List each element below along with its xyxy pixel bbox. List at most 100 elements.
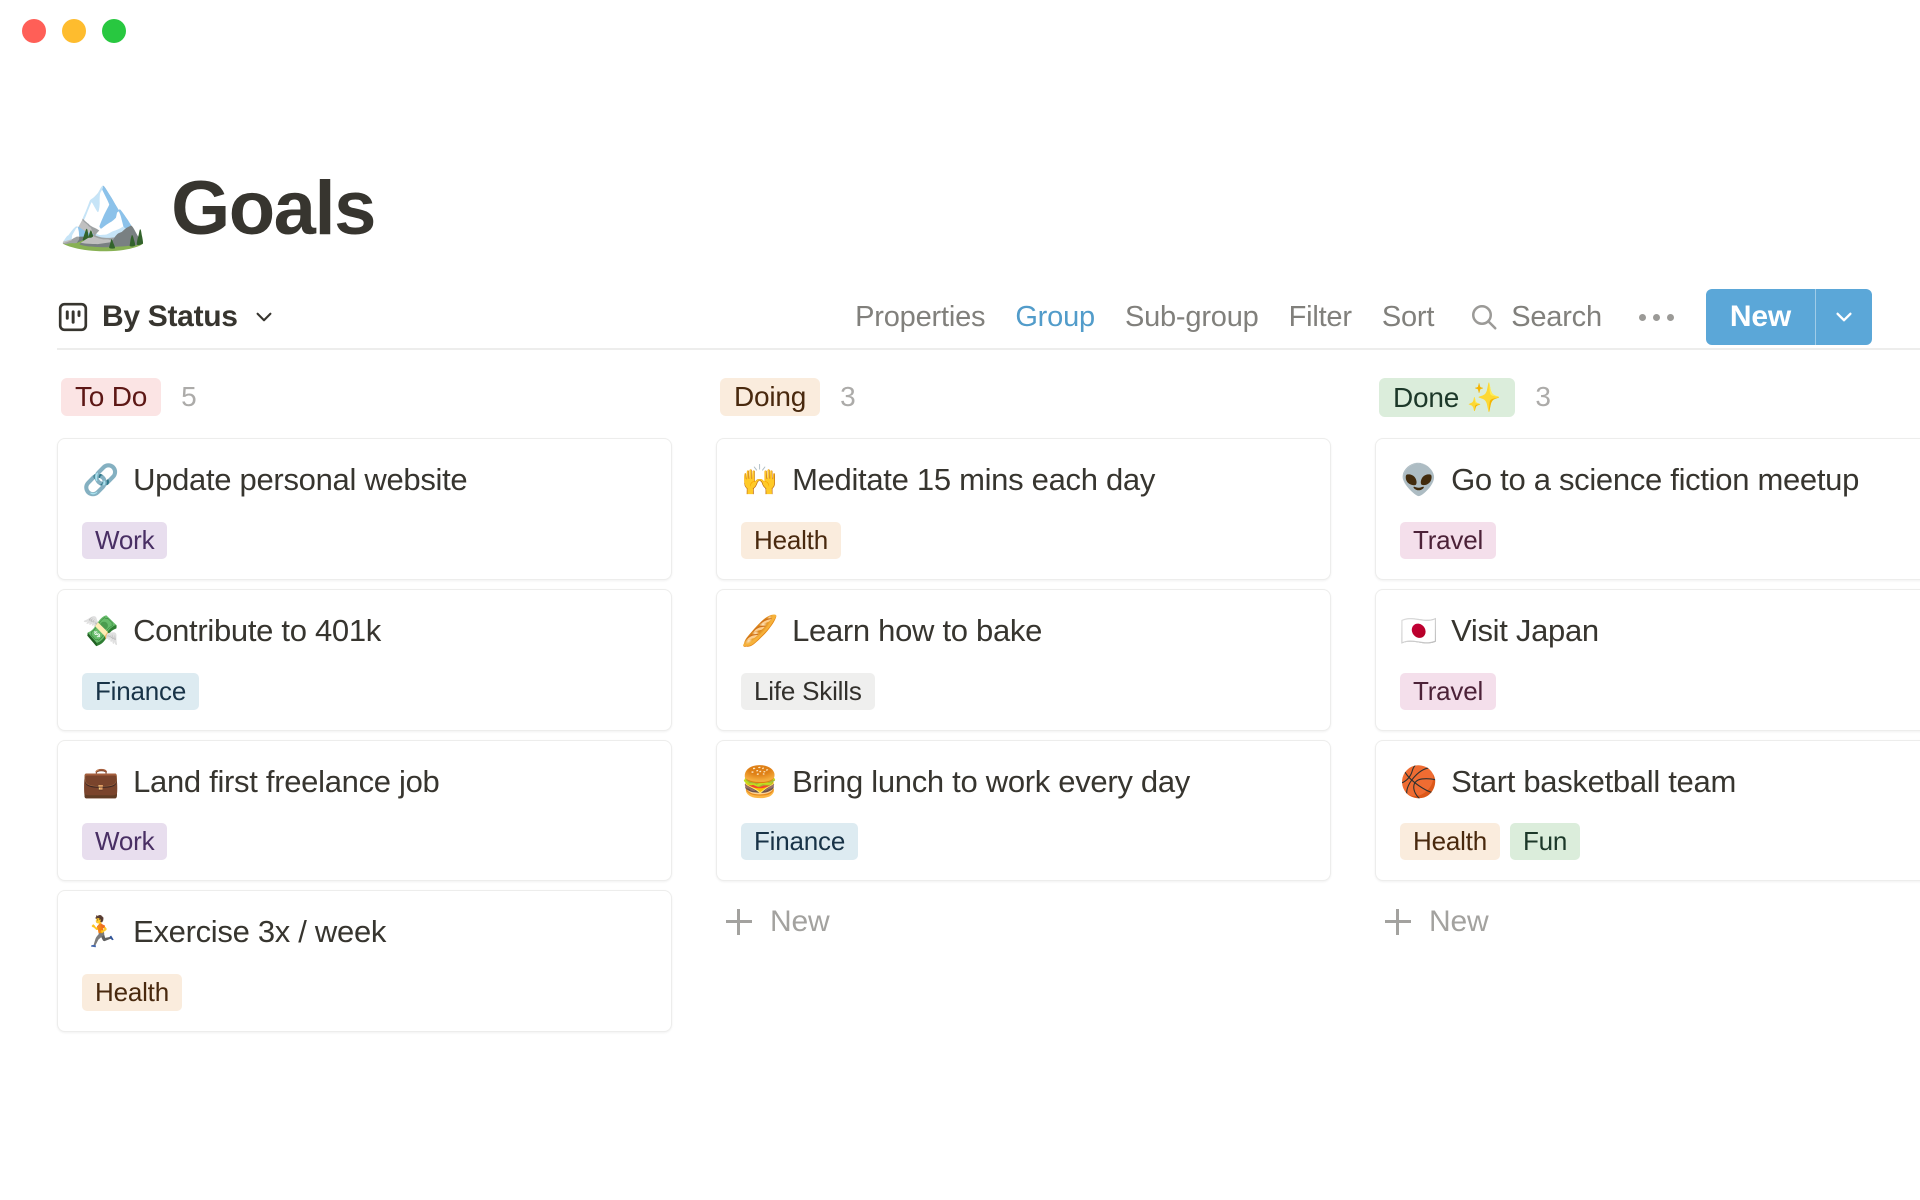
toolbar-subgroup-button[interactable]: Sub-group bbox=[1110, 301, 1274, 334]
column-header: Doing 3 bbox=[716, 372, 1331, 422]
board-card[interactable]: 👽 Go to a science fiction meetup Travel bbox=[1375, 438, 1920, 580]
card-emoji-icon: 🙌 bbox=[741, 464, 779, 497]
card-title: Visit Japan bbox=[1451, 612, 1599, 648]
card-title-row: 🇯🇵 Visit Japan bbox=[1400, 612, 1920, 651]
page-header: 🏔️ Goals bbox=[0, 170, 1920, 248]
board-card[interactable]: 🔗 Update personal website Work bbox=[57, 438, 672, 580]
plus-icon bbox=[1385, 909, 1411, 936]
search-button[interactable]: Search bbox=[1449, 301, 1617, 334]
card-tag-list: Travel bbox=[1400, 521, 1920, 559]
new-button-group: New bbox=[1705, 289, 1872, 345]
card-tag: Health bbox=[741, 521, 841, 559]
toolbar-filter-button[interactable]: Filter bbox=[1274, 301, 1367, 334]
board-card[interactable]: 🇯🇵 Visit Japan Travel bbox=[1375, 588, 1920, 731]
page-icon-mountain-icon[interactable]: 🏔️ bbox=[57, 174, 149, 248]
more-options-button[interactable] bbox=[1617, 313, 1696, 321]
board-card[interactable]: 💼 Land first freelance job Work bbox=[57, 739, 672, 882]
card-title-row: 🏃 Exercise 3x / week bbox=[82, 913, 647, 952]
status-badge[interactable]: Doing bbox=[720, 378, 821, 416]
card-tag: Work bbox=[82, 823, 168, 861]
card-emoji-icon: 👽 bbox=[1400, 464, 1438, 497]
close-window-button[interactable] bbox=[22, 19, 46, 43]
card-title: Update personal website bbox=[133, 462, 468, 497]
card-title: Bring lunch to work every day bbox=[792, 763, 1190, 799]
window-controls bbox=[22, 19, 126, 43]
card-tag: Finance bbox=[82, 672, 200, 710]
card-list: 🔗 Update personal website Work 💸 Contribute … bbox=[57, 438, 672, 1032]
column-count: 3 bbox=[1535, 381, 1551, 412]
dot-3 bbox=[1666, 313, 1674, 321]
board-column: Doing 3 🙌 Meditate 15 mins each day Health 🥖 L… bbox=[716, 372, 1331, 1200]
card-tag-list: Finance bbox=[741, 823, 1306, 861]
card-emoji-icon: 💼 bbox=[82, 765, 120, 799]
view-name-label: By Status bbox=[102, 300, 238, 333]
card-title: Meditate 15 mins each day bbox=[792, 462, 1156, 497]
board-card[interactable]: 💸 Contribute to 401k Finance bbox=[57, 588, 672, 731]
chevron-down-icon bbox=[253, 306, 275, 328]
card-title-row: 🔗 Update personal website bbox=[82, 461, 647, 500]
card-emoji-icon: 🥖 bbox=[741, 614, 779, 648]
card-title: Exercise 3x / week bbox=[133, 914, 387, 950]
board-card[interactable]: 🥖 Learn how to bake Life Skills bbox=[716, 588, 1331, 731]
card-tag-list: Work bbox=[82, 521, 647, 559]
card-title-row: 💸 Contribute to 401k bbox=[82, 612, 647, 651]
add-new-card-button[interactable]: New bbox=[716, 881, 1331, 939]
search-label: Search bbox=[1511, 300, 1602, 333]
card-title-row: 🙌 Meditate 15 mins each day bbox=[741, 461, 1306, 500]
card-title-row: 💼 Land first freelance job bbox=[82, 763, 647, 802]
card-emoji-icon: 🏃 bbox=[82, 916, 120, 950]
toolbar-actions: Properties Group Sub-group Filter Sort S… bbox=[840, 289, 1872, 345]
toolbar-sort-button[interactable]: Sort bbox=[1367, 301, 1449, 334]
board-card[interactable]: 🏃 Exercise 3x / week Health bbox=[57, 890, 672, 1032]
card-title: Go to a science fiction meetup bbox=[1451, 462, 1860, 497]
add-new-card-label: New bbox=[770, 905, 830, 939]
kanban-board: To Do 5 🔗 Update personal website Work 💸 Contr… bbox=[0, 372, 1920, 1200]
board-card[interactable]: 🍔 Bring lunch to work every day Finance bbox=[716, 739, 1331, 882]
dot-1 bbox=[1638, 313, 1646, 321]
card-title-row: 🍔 Bring lunch to work every day bbox=[741, 763, 1306, 802]
card-title: Contribute to 401k bbox=[133, 612, 381, 648]
card-emoji-icon: 🍔 bbox=[741, 765, 779, 799]
column-header: To Do 5 bbox=[57, 372, 672, 422]
column-header: Done ✨ 3 bbox=[1375, 372, 1920, 422]
card-tag: Life Skills bbox=[741, 672, 875, 710]
card-list: 👽 Go to a science fiction meetup Travel 🇯🇵 V… bbox=[1375, 438, 1920, 882]
plus-icon bbox=[726, 909, 752, 936]
window-titlebar bbox=[0, 0, 1920, 62]
card-tag: Finance bbox=[741, 823, 859, 861]
card-tag-list: Health bbox=[741, 521, 1306, 559]
add-new-card-button[interactable]: New bbox=[1375, 881, 1920, 939]
dot-2 bbox=[1652, 313, 1660, 321]
card-title-row: 🥖 Learn how to bake bbox=[741, 612, 1306, 651]
card-tag-list: Health bbox=[82, 974, 647, 1011]
card-emoji-icon: 🔗 bbox=[82, 464, 120, 497]
view-selector[interactable]: By Status bbox=[57, 300, 275, 334]
toolbar-properties-button[interactable]: Properties bbox=[840, 301, 1000, 334]
new-button-dropdown[interactable] bbox=[1816, 289, 1872, 345]
card-tag: Travel bbox=[1400, 672, 1497, 710]
card-emoji-icon: 🇯🇵 bbox=[1400, 614, 1438, 648]
toolbar-group-button[interactable]: Group bbox=[1000, 301, 1110, 334]
card-title: Learn how to bake bbox=[792, 612, 1043, 648]
card-title-row: 🏀 Start basketball team bbox=[1400, 763, 1920, 802]
new-button[interactable]: New bbox=[1706, 289, 1815, 345]
card-tag-list: Work bbox=[82, 823, 647, 861]
column-count: 3 bbox=[840, 381, 856, 412]
maximize-window-button[interactable] bbox=[102, 19, 126, 43]
status-badge[interactable]: Done ✨ bbox=[1379, 377, 1516, 417]
board-view-icon bbox=[57, 301, 89, 333]
card-tag: Health bbox=[1400, 823, 1500, 861]
search-icon bbox=[1469, 302, 1499, 332]
board-card[interactable]: 🏀 Start basketball team Health Fun bbox=[1375, 739, 1920, 882]
card-tag-list: Travel bbox=[1400, 672, 1920, 710]
board-card[interactable]: 🙌 Meditate 15 mins each day Health bbox=[716, 438, 1331, 580]
board-column: Done ✨ 3 👽 Go to a science fiction meetup Tr… bbox=[1375, 372, 1920, 1200]
card-tag: Travel bbox=[1400, 521, 1497, 559]
add-new-card-label: New bbox=[1429, 905, 1489, 939]
status-badge[interactable]: To Do bbox=[61, 378, 162, 416]
board-column: To Do 5 🔗 Update personal website Work 💸 Contr… bbox=[57, 372, 672, 1200]
card-emoji-icon: 🏀 bbox=[1400, 765, 1438, 799]
minimize-window-button[interactable] bbox=[62, 19, 86, 43]
card-title-row: 👽 Go to a science fiction meetup bbox=[1400, 461, 1920, 500]
column-count: 5 bbox=[181, 381, 197, 412]
